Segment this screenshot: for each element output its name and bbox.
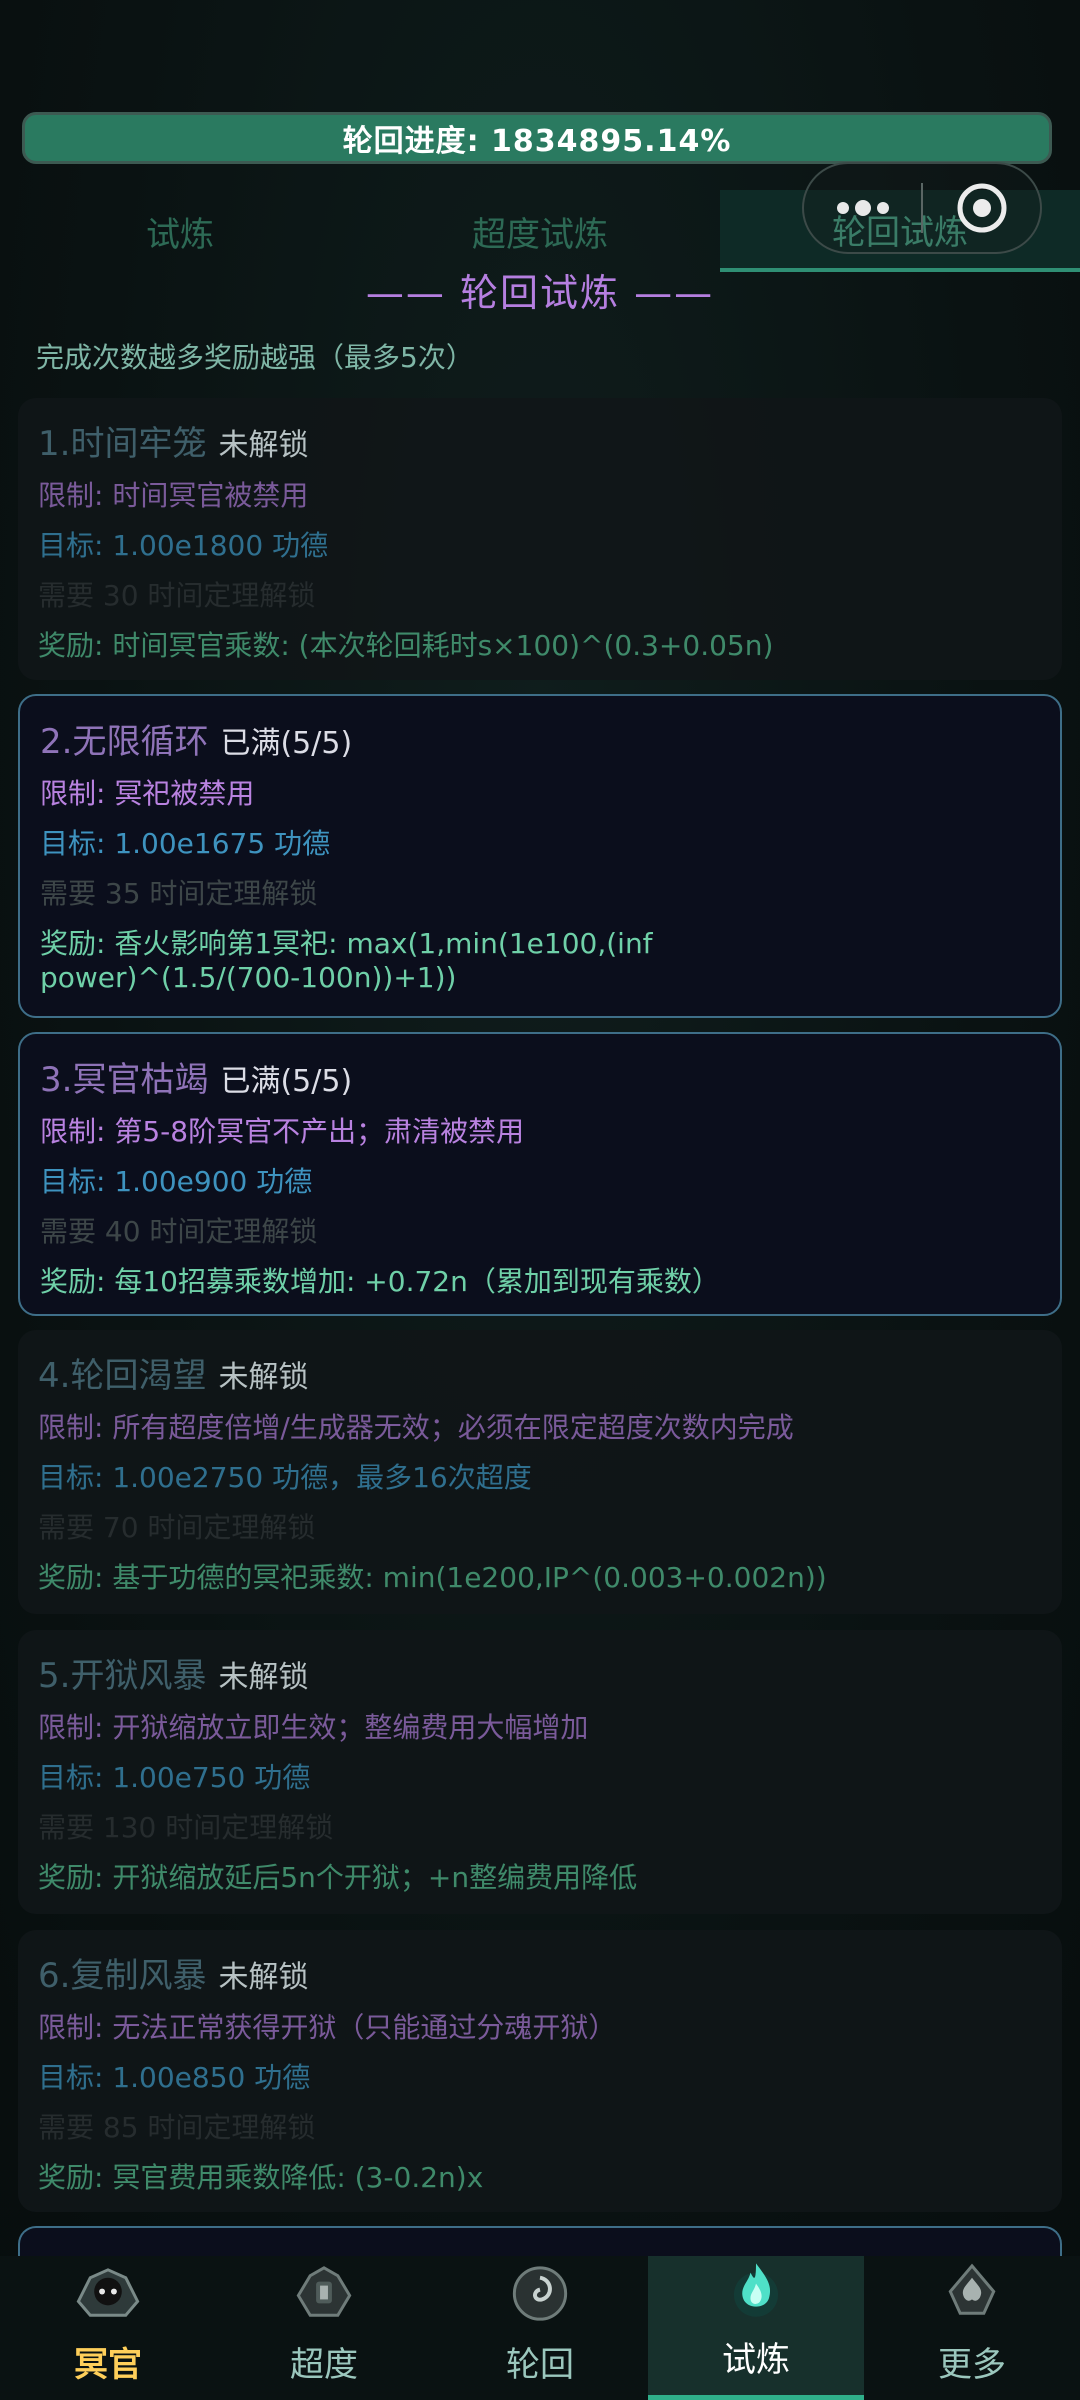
dot-icon [836,202,849,214]
tab-trial[interactable]: 试炼 [0,190,360,272]
miniprogram-capsule [802,162,1042,254]
challenge-state: 未解锁 [218,1960,309,1995]
nav-label: 冥官 [74,2345,142,2385]
section-subtitle: 完成次数越多奖励越强（最多5次） [36,341,474,374]
challenge-card[interactable]: 4.轮回渴望 未解锁 限制: 所有超度倍增/生成器无效；必须在限定超度次数内完成 … [18,1330,1062,1614]
challenge-card[interactable]: 1.时间牢笼 未解锁 限制: 时间冥官被禁用 目标: 1.00e1800 功德 需… [18,398,1062,680]
challenge-card[interactable]: 6.复制风暴 未解锁 限制: 无法正常获得开狱（只能通过分魂开狱） 目标: 1.0… [18,1930,1062,2212]
challenge-goal: 目标: 1.00e850 功德 [38,2061,311,2094]
challenge-requirement: 需要 130 时间定理解锁 [38,1811,334,1844]
tab-label: 超度试炼 [472,214,608,255]
challenge-goal: 目标: 1.00e2750 功德，最多16次超度 [38,1461,532,1494]
spade-crest-icon [948,2263,996,2315]
challenge-limit: 限制: 所有超度倍增/生成器无效；必须在限定超度次数内完成 [38,1411,794,1444]
challenge-title: 5.开狱风暴 [38,1656,207,1696]
nav-item-reincarnation[interactable]: 轮回 [432,2256,648,2400]
challenge-title: 2.无限循环 [40,722,209,762]
swirl-crest-icon [512,2266,568,2321]
challenge-state: 未解锁 [218,428,309,463]
section-heading: —— 轮回试炼 —— [365,271,715,315]
challenge-reward: 奖励: 时间冥官乘数: (本次轮回耗时s×100)^(0.3+0.05n) [38,629,774,662]
challenge-title: 1.时间牢笼 [38,424,207,464]
dot-icon [854,200,871,216]
challenge-goal: 目标: 1.00e750 功德 [38,1761,311,1794]
tab-transcend-trial[interactable]: 超度试炼 [360,190,720,272]
challenge-reward: 奖励: 开狱缩放延后5n个开狱；+n整编费用降低 [38,1861,638,1894]
challenge-state: 未解锁 [218,1360,309,1395]
dot-icon [876,202,889,214]
challenge-reward: 奖励: 每10招募乘数增加: +0.72n（累加到现有乘数） [40,1265,720,1298]
challenge-title-row: 6.复制风暴 未解锁 [38,1948,1042,1997]
challenge-title-row: 2.无限循环 已满(5/5) [40,714,1040,763]
nav-label: 超度 [290,2345,358,2385]
challenge-goal: 目标: 1.00e1800 功德 [38,529,329,562]
target-icon [957,183,1006,233]
challenge-limit: 限制: 时间冥官被禁用 [38,479,309,512]
challenge-limit: 限制: 冥祀被禁用 [40,777,255,810]
challenge-title-row: 1.时间牢笼 未解锁 [38,416,1042,465]
challenge-goal: 目标: 1.00e1675 功德 [40,827,331,860]
challenge-state: 已满(5/5) [220,726,353,761]
challenge-title-row: 3.冥官枯竭 已满(5/5) [40,1052,1040,1101]
challenge-state: 已满(5/5) [220,1064,353,1099]
nav-item-officials[interactable]: 冥官 [0,2256,216,2400]
challenge-card[interactable]: 5.开狱风暴 未解锁 限制: 开狱缩放立即生效；整编费用大幅增加 目标: 1.00… [18,1630,1062,1914]
challenge-requirement: 需要 40 时间定理解锁 [40,1215,318,1248]
challenge-state: 未解锁 [218,1660,309,1695]
bottom-nav: 冥官 超度 轮回 试炼 更多 [0,2256,1080,2400]
challenge-requirement: 需要 30 时间定理解锁 [38,579,316,612]
challenge-limit: 限制: 第5-8阶冥官不产出；肃清被禁用 [40,1115,525,1148]
challenge-title-row: 4.轮回渴望 未解锁 [38,1348,1042,1397]
challenge-requirement: 需要 35 时间定理解锁 [40,877,318,910]
nav-label: 试炼 [722,2340,790,2380]
challenge-limit: 限制: 无法正常获得开狱（只能通过分魂开狱） [38,2011,617,2044]
challenge-requirement: 需要 85 时间定理解锁 [38,2111,316,2144]
close-miniprogram-button[interactable] [923,181,1040,235]
challenge-title: 3.冥官枯竭 [40,1060,209,1100]
nav-item-trial[interactable]: 试炼 [648,2256,864,2400]
progress-label: 轮回进度: 1834895.14% [342,124,732,159]
nav-item-more[interactable]: 更多 [864,2256,1080,2400]
reincarnation-progress-bar: 轮回进度: 1834895.14% [22,112,1052,164]
challenge-title: 4.轮回渴望 [38,1356,207,1396]
challenge-title-row: 5.开狱风暴 未解锁 [38,1648,1042,1697]
challenge-card[interactable]: 3.冥官枯竭 已满(5/5) 限制: 第5-8阶冥官不产出；肃清被禁用 目标: 1… [18,1032,1062,1316]
flame-crest-icon [733,2263,779,2317]
challenge-reward: 奖励: 冥官费用乘数降低: (3-0.2n)x [38,2161,484,2194]
skull-crest-icon [76,2268,140,2317]
challenge-reward: 奖励: 香火影响第1冥祀: max(1,min(1e100,(inf power… [40,927,653,994]
challenge-goal: 目标: 1.00e900 功德 [40,1165,313,1198]
challenge-reward: 奖励: 基于功德的冥祀乘数: min(1e200,IP^(0.003+0.002… [38,1561,827,1594]
nav-label: 轮回 [506,2345,574,2385]
challenge-requirement: 需要 70 时间定理解锁 [38,1511,316,1544]
more-options-button[interactable] [804,200,921,216]
nav-item-transcend[interactable]: 超度 [216,2256,432,2400]
lantern-crest-icon [296,2266,352,2317]
challenge-title: 6.复制风暴 [38,1956,207,1996]
challenge-card[interactable]: 2.无限循环 已满(5/5) 限制: 冥祀被禁用 目标: 1.00e1675 功德… [18,694,1062,1018]
nav-label: 更多 [938,2345,1006,2385]
tab-label: 试炼 [146,214,214,255]
challenge-limit: 限制: 开狱缩放立即生效；整编费用大幅增加 [38,1711,589,1744]
